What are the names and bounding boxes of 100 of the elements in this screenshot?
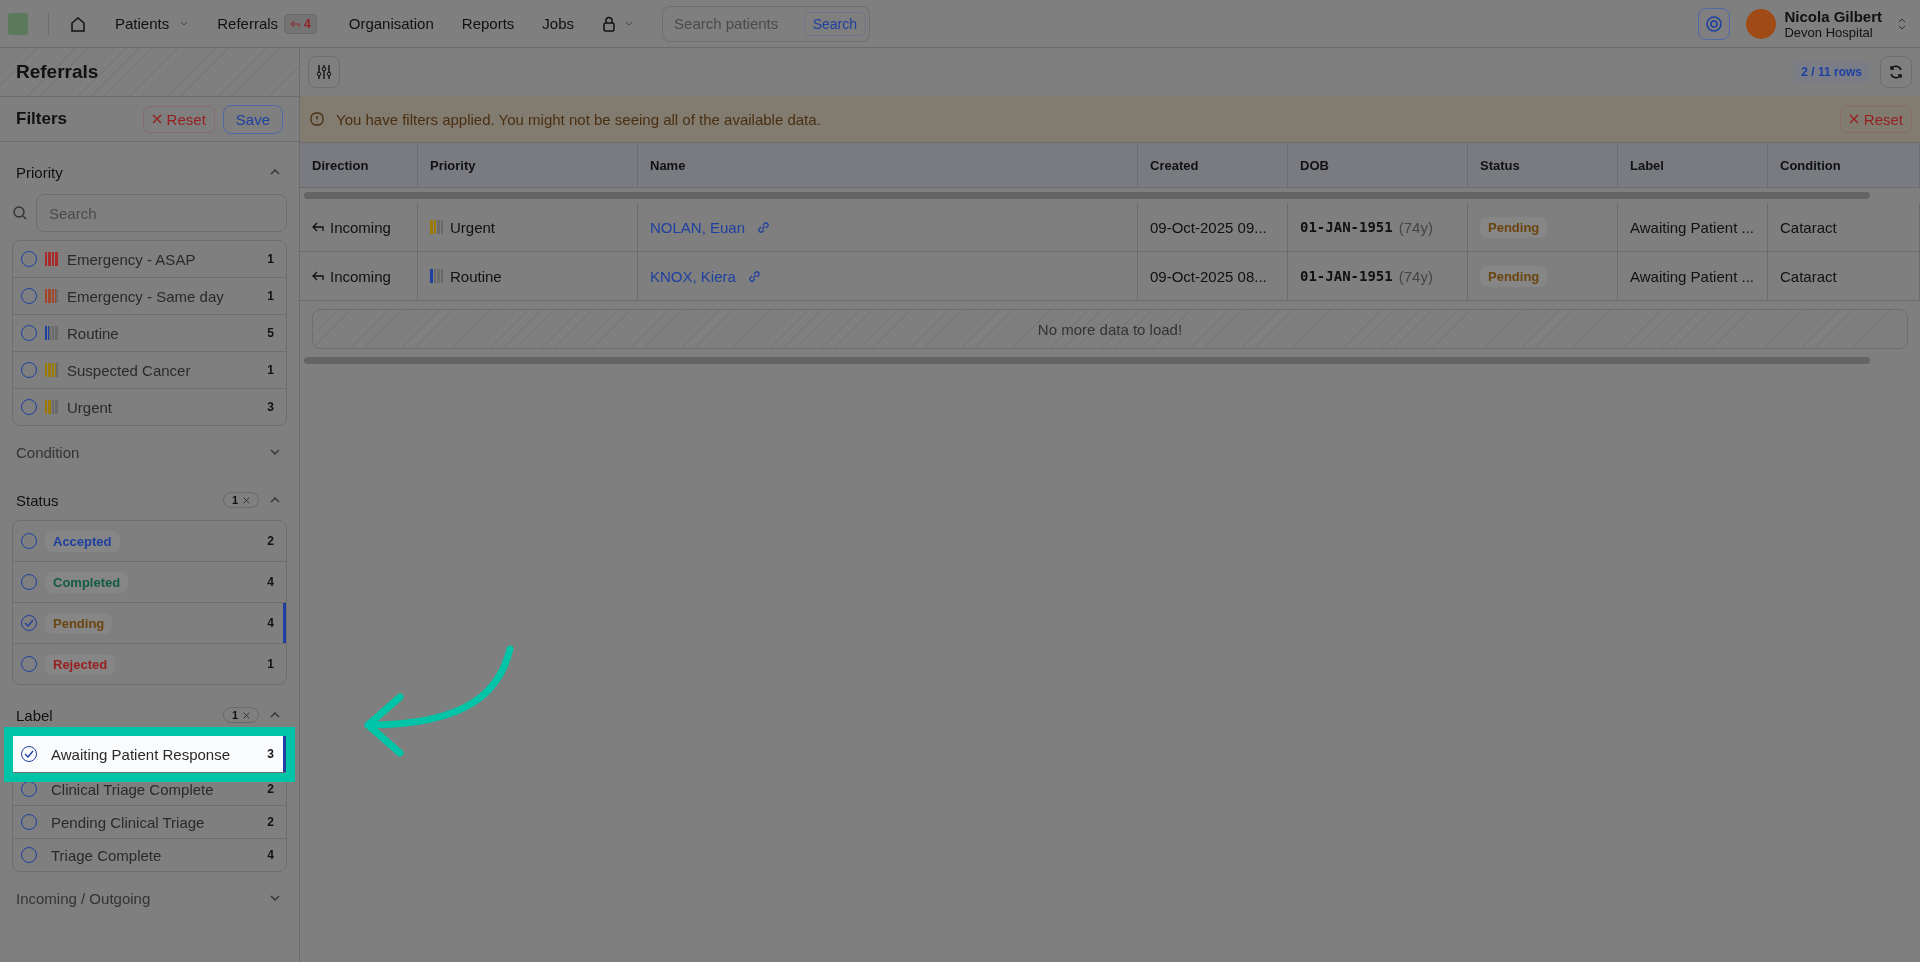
filter-option[interactable]: Emergency - Same day 1 — [13, 278, 286, 315]
dob-text: 01-JAN-1951 — [1300, 219, 1393, 235]
refresh-button[interactable] — [1880, 56, 1912, 88]
filter-option[interactable]: Accepted 2 — [13, 521, 286, 562]
option-label: Urgent — [67, 398, 113, 416]
table-cell: 09-Oct-2025 08... — [1138, 252, 1288, 300]
option-label: Emergency - Same day — [67, 287, 224, 305]
sliders-icon — [316, 64, 332, 80]
priority-label: Routine — [450, 267, 502, 285]
filter-option[interactable]: Emergency - ASAP 1 — [13, 241, 286, 278]
option-count: 1 — [267, 657, 274, 671]
option-count: 1 — [267, 363, 274, 377]
filter-option[interactable]: Rejected 1 — [13, 644, 286, 684]
user-name: Nicola Gilbert — [1784, 7, 1882, 25]
help-button[interactable] — [1698, 7, 1731, 40]
column-header[interactable]: Created — [1138, 143, 1288, 187]
section-title[interactable]: Priority — [16, 163, 63, 181]
close-icon — [151, 114, 162, 124]
refresh-icon — [1888, 64, 1904, 80]
link-icon[interactable] — [757, 220, 771, 234]
filter-option[interactable]: Urgent 3 — [13, 389, 286, 425]
scrollbar[interactable] — [304, 357, 1870, 364]
column-header[interactable]: Status — [1468, 143, 1618, 187]
nav-link[interactable]: Reports — [461, 15, 515, 32]
badge-count: 1 — [231, 709, 238, 721]
option-count: 4 — [267, 848, 274, 862]
column-header[interactable]: Direction — [300, 143, 418, 187]
dob-text: 01-JAN-1951 — [1300, 268, 1393, 284]
option-label: Clinical Triage Complete — [51, 780, 214, 798]
alert-text: You have filters applied. You might not be seeing all of the available data. — [336, 110, 821, 128]
lifebuoy-icon — [1705, 14, 1724, 33]
scrollbar[interactable] — [304, 192, 1870, 199]
section-title[interactable]: Incoming / Outgoing — [16, 889, 151, 907]
home-icon[interactable] — [69, 14, 87, 33]
table-cell: 09-Oct-2025 09... — [1138, 203, 1288, 251]
option-count: 5 — [267, 326, 274, 340]
search-icon — [12, 205, 28, 221]
option-label: Triage Complete — [51, 846, 162, 864]
section-title[interactable]: Condition — [16, 443, 80, 461]
option-count: 3 — [267, 400, 274, 414]
option-label: Emergency - ASAP — [67, 250, 196, 268]
priority-label: Urgent — [450, 218, 496, 236]
filter-settings-button[interactable] — [308, 56, 340, 88]
lock-menu-button[interactable] — [602, 15, 635, 32]
status-pill: Pending — [1480, 265, 1548, 287]
status-pill: Pending — [1480, 216, 1548, 238]
row-count-badge: 2 / 11 rows — [1793, 61, 1870, 83]
section-title[interactable]: Status — [16, 491, 59, 509]
table-cell: Awaiting Patient ... — [1618, 252, 1768, 300]
status-pill: Rejected — [45, 653, 116, 675]
table-cell: Cataract — [1768, 203, 1920, 251]
column-header[interactable]: Priority — [418, 143, 638, 187]
alert-icon — [310, 112, 324, 126]
badge-count: 1 — [231, 494, 238, 506]
option-count: 3 — [267, 747, 274, 761]
filter-option[interactable]: Routine 5 — [13, 315, 286, 352]
option-label: Pending Clinical Triage — [51, 813, 205, 831]
filters-title: Filters — [16, 109, 68, 129]
filter-option[interactable]: Triage Complete 4 — [13, 839, 286, 871]
status-pill: Completed — [45, 571, 129, 593]
organisation-name: Devon Hospital — [1784, 24, 1874, 40]
filter-option[interactable]: Pending Clinical Triage 2 — [13, 806, 286, 839]
direction-text: Incoming — [330, 218, 391, 236]
section-title[interactable]: Label — [16, 706, 53, 724]
column-header[interactable]: Condition — [1768, 143, 1920, 187]
option-count: 2 — [267, 782, 274, 796]
close-icon — [243, 496, 250, 504]
logo-icon[interactable] — [8, 12, 28, 35]
column-header[interactable]: Name — [638, 143, 1138, 187]
nav-link[interactable]: Organisation — [348, 15, 434, 32]
return-arrow-icon — [312, 222, 324, 232]
filter-option[interactable]: Completed 4 — [13, 562, 286, 603]
close-icon — [243, 711, 250, 719]
filter-option[interactable]: Suspected Cancer 1 — [13, 352, 286, 389]
column-header[interactable]: Label — [1618, 143, 1768, 187]
avatar[interactable] — [1746, 8, 1777, 39]
nav-link[interactable]: Referrals — [217, 15, 279, 32]
nav-link[interactable]: Jobs — [542, 15, 575, 32]
filter-option[interactable]: Pending 4 — [13, 603, 286, 644]
option-count: 4 — [267, 575, 274, 589]
check-icon — [24, 750, 34, 758]
referral-count-badge: 4 — [284, 13, 317, 34]
age-text: (74y) — [1398, 267, 1433, 285]
option-label: Awaiting Patient Response — [51, 745, 230, 763]
option-count: 1 — [267, 252, 274, 266]
option-count: 4 — [267, 616, 274, 630]
filter-option[interactable]: Clinical Triage Complete 2 — [13, 773, 286, 806]
option-label: Suspected Cancer — [67, 361, 191, 379]
end-of-data-notice: No more data to load! — [312, 309, 1908, 349]
link-icon[interactable] — [747, 269, 761, 283]
nav-menu[interactable]: Patients — [115, 15, 190, 32]
option-label: Routine — [67, 324, 119, 342]
option-count: 2 — [267, 815, 274, 829]
column-header[interactable]: DOB — [1288, 143, 1468, 187]
lock-icon — [602, 15, 617, 32]
check-icon — [24, 619, 34, 627]
sidebar-title: Referrals — [16, 61, 99, 83]
table-cell: Cataract — [1768, 252, 1920, 300]
return-arrow-icon — [312, 271, 324, 281]
table-cell: Awaiting Patient ... — [1618, 203, 1768, 251]
